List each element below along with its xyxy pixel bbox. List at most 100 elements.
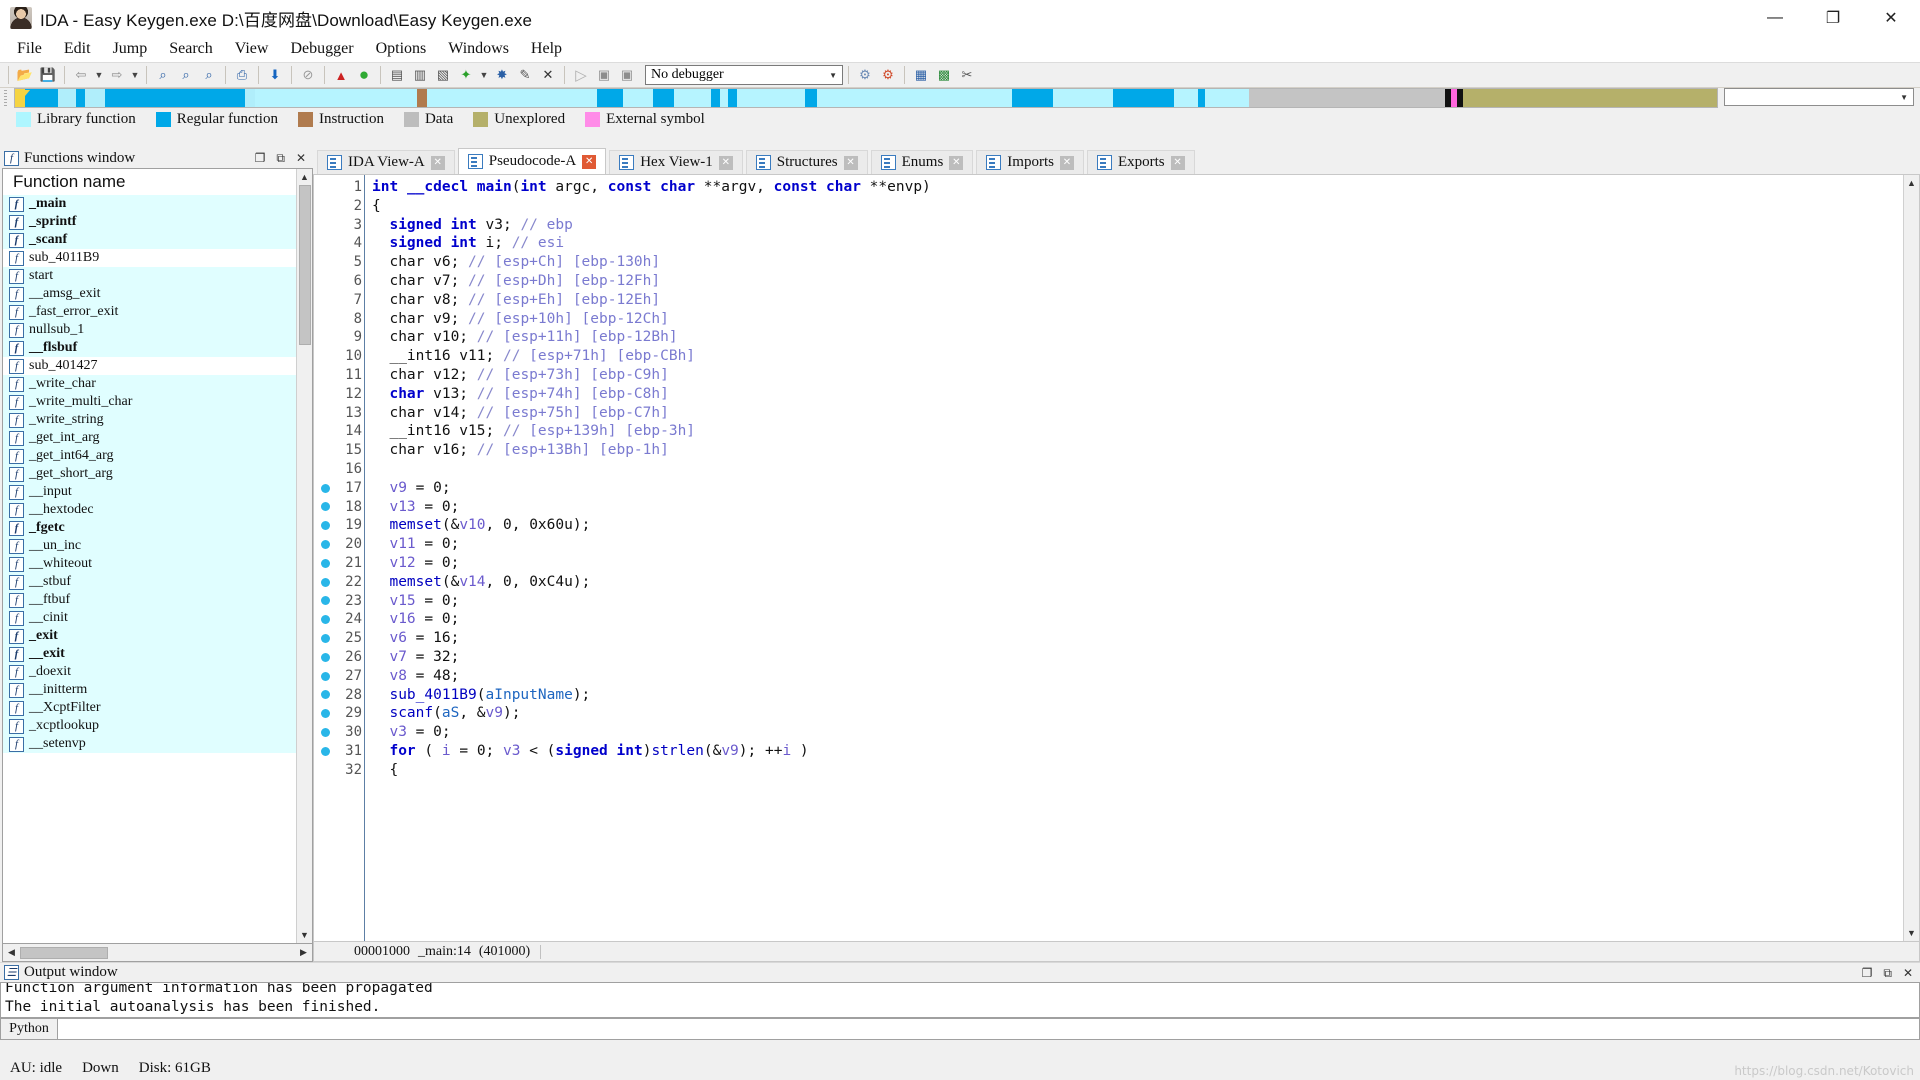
- menu-help[interactable]: Help: [520, 38, 573, 60]
- code-line[interactable]: v3 = 0;: [372, 723, 1903, 742]
- output-close-button[interactable]: ✕: [1900, 967, 1916, 979]
- menu-options[interactable]: Options: [365, 38, 438, 60]
- code-line[interactable]: char v12; // [esp+73h] [ebp-C9h]: [372, 366, 1903, 385]
- code-line[interactable]: [372, 460, 1903, 479]
- tab-close-icon[interactable]: ✕: [949, 155, 964, 170]
- code-line[interactable]: char v14; // [esp+75h] [ebp-C7h]: [372, 404, 1903, 423]
- navband-overview-select[interactable]: ▼: [1724, 88, 1914, 106]
- make-func-icon[interactable]: ✸: [491, 65, 513, 85]
- scrollbar-thumb[interactable]: [298, 185, 311, 345]
- function-list-item[interactable]: f __whiteout: [3, 555, 296, 573]
- back-icon[interactable]: ⇦: [70, 65, 92, 85]
- scroll-right-icon[interactable]: ▶: [295, 947, 312, 958]
- scroll-left-icon[interactable]: ◀: [3, 947, 20, 958]
- code-line[interactable]: sub_4011B9(aInputName);: [372, 686, 1903, 705]
- code-line[interactable]: v8 = 48;: [372, 667, 1903, 686]
- make-ascii-icon[interactable]: ▧: [432, 65, 454, 85]
- functions-horizontal-scrollbar[interactable]: ◀ ▶: [2, 944, 313, 962]
- function-list-item[interactable]: f _sprintf: [3, 213, 296, 231]
- code-line[interactable]: char v13; // [esp+74h] [ebp-C8h]: [372, 385, 1903, 404]
- code-line[interactable]: v16 = 0;: [372, 610, 1903, 629]
- code-line[interactable]: scanf(aS, &v9);: [372, 704, 1903, 723]
- function-list-item[interactable]: f _write_char: [3, 375, 296, 393]
- scrollbar-track[interactable]: [299, 345, 311, 927]
- command-input[interactable]: [58, 1018, 1920, 1040]
- graph-icon[interactable]: ▦: [910, 65, 932, 85]
- forward-icon[interactable]: ⇨: [106, 65, 128, 85]
- tab-enums[interactable]: Enums ✕: [870, 150, 974, 174]
- edit-func-icon[interactable]: ✎: [514, 65, 536, 85]
- pseudocode-text[interactable]: int __cdecl main(int argc, const char **…: [364, 175, 1903, 941]
- function-list-item[interactable]: f __setenvp: [3, 735, 296, 753]
- executable-line-marker[interactable]: [314, 573, 336, 592]
- debug-pause-icon[interactable]: ▣: [593, 65, 615, 85]
- tab-pseudocode-a[interactable]: Pseudocode-A ✕: [457, 148, 607, 174]
- code-line[interactable]: v13 = 0;: [372, 498, 1903, 517]
- menu-edit[interactable]: Edit: [53, 38, 102, 60]
- tab-imports[interactable]: Imports ✕: [976, 150, 1084, 174]
- function-list-item[interactable]: f _doexit: [3, 663, 296, 681]
- warning-icon[interactable]: ▲: [330, 65, 352, 85]
- scroll-down-icon[interactable]: ▼: [1907, 925, 1916, 941]
- pseudocode-vertical-scrollbar[interactable]: ▲ ▼: [1903, 175, 1919, 941]
- function-list-item[interactable]: f __ftbuf: [3, 591, 296, 609]
- executable-line-marker[interactable]: [314, 516, 336, 535]
- executable-line-marker[interactable]: [314, 554, 336, 573]
- function-list-item[interactable]: f __input: [3, 483, 296, 501]
- function-list-item[interactable]: f _fgetc: [3, 519, 296, 537]
- function-list-item[interactable]: f nullsub_1: [3, 321, 296, 339]
- code-line[interactable]: __int16 v11; // [esp+71h] [ebp-CBh]: [372, 347, 1903, 366]
- code-line[interactable]: {: [372, 761, 1903, 780]
- code-line[interactable]: char v10; // [esp+11h] [ebp-12Bh]: [372, 328, 1903, 347]
- tab-close-icon[interactable]: ✕: [1059, 155, 1074, 170]
- code-line[interactable]: __int16 v15; // [esp+139h] [ebp-3h]: [372, 422, 1903, 441]
- make-code-icon[interactable]: ▤: [386, 65, 408, 85]
- tab-structures[interactable]: Structures ✕: [745, 150, 868, 174]
- close-button[interactable]: ✕: [1862, 0, 1920, 36]
- function-list-item[interactable]: f _fast_error_exit: [3, 303, 296, 321]
- search-hex-icon[interactable]: ⌕: [152, 65, 174, 85]
- strip-icon[interactable]: ✂: [956, 65, 978, 85]
- code-line[interactable]: {: [372, 197, 1903, 216]
- make-data-icon[interactable]: ▥: [409, 65, 431, 85]
- options-b-icon[interactable]: ⚙: [877, 65, 899, 85]
- search-text-icon[interactable]: ⌕: [175, 65, 197, 85]
- search-imm-icon[interactable]: ⌕: [198, 65, 220, 85]
- functions-close-button[interactable]: ✕: [293, 152, 309, 164]
- code-line[interactable]: v15 = 0;: [372, 592, 1903, 611]
- executable-line-marker[interactable]: [314, 667, 336, 686]
- menu-debugger[interactable]: Debugger: [279, 38, 364, 60]
- no-op-icon[interactable]: ⊘: [297, 65, 319, 85]
- code-line[interactable]: v6 = 16;: [372, 629, 1903, 648]
- scrollbar-thumb[interactable]: [20, 946, 108, 959]
- scroll-up-icon[interactable]: ▲: [1907, 175, 1916, 191]
- undefine-icon[interactable]: ✕: [537, 65, 559, 85]
- function-list-item[interactable]: f _write_string: [3, 411, 296, 429]
- functions-float-button[interactable]: ⧉: [273, 152, 288, 164]
- forward-dropdown-icon[interactable]: ▼: [129, 70, 141, 80]
- code-line[interactable]: signed int v3; // ebp: [372, 216, 1903, 235]
- function-list-item[interactable]: f _get_short_arg: [3, 465, 296, 483]
- output-restore-button[interactable]: ❐: [1859, 967, 1876, 979]
- scroll-down-icon[interactable]: ▼: [300, 927, 309, 943]
- jump-down-icon[interactable]: ⬇: [264, 65, 286, 85]
- menu-view[interactable]: View: [224, 38, 280, 60]
- open-icon[interactable]: 📂: [14, 65, 36, 85]
- maximize-button[interactable]: ❐: [1804, 0, 1862, 36]
- code-line[interactable]: v7 = 32;: [372, 648, 1903, 667]
- code-line[interactable]: int __cdecl main(int argc, const char **…: [372, 178, 1903, 197]
- tab-ida-view-a[interactable]: IDA View-A ✕: [317, 150, 455, 174]
- functions-column-header[interactable]: Function name: [3, 169, 296, 195]
- code-line[interactable]: char v7; // [esp+Dh] [ebp-12Fh]: [372, 272, 1903, 291]
- executable-line-marker[interactable]: [314, 742, 336, 761]
- minimize-button[interactable]: —: [1746, 0, 1804, 36]
- code-line[interactable]: v12 = 0;: [372, 554, 1903, 573]
- menu-file[interactable]: File: [6, 38, 53, 60]
- functions-restore-button[interactable]: ❐: [252, 152, 269, 164]
- back-dropdown-icon[interactable]: ▼: [93, 70, 105, 80]
- pseudocode-code-area[interactable]: 1 2 3 4 5 6 7 8 9 10 11 12 13 14 15 16 17 18 19 20 21 22 23 24 2…: [314, 175, 1903, 941]
- code-line[interactable]: memset(&v10, 0, 0x60u);: [372, 516, 1903, 535]
- tab-hex-view-1[interactable]: Hex View-1 ✕: [609, 150, 743, 174]
- make-struct-icon[interactable]: ✦: [455, 65, 477, 85]
- function-list-item[interactable]: f _main: [3, 195, 296, 213]
